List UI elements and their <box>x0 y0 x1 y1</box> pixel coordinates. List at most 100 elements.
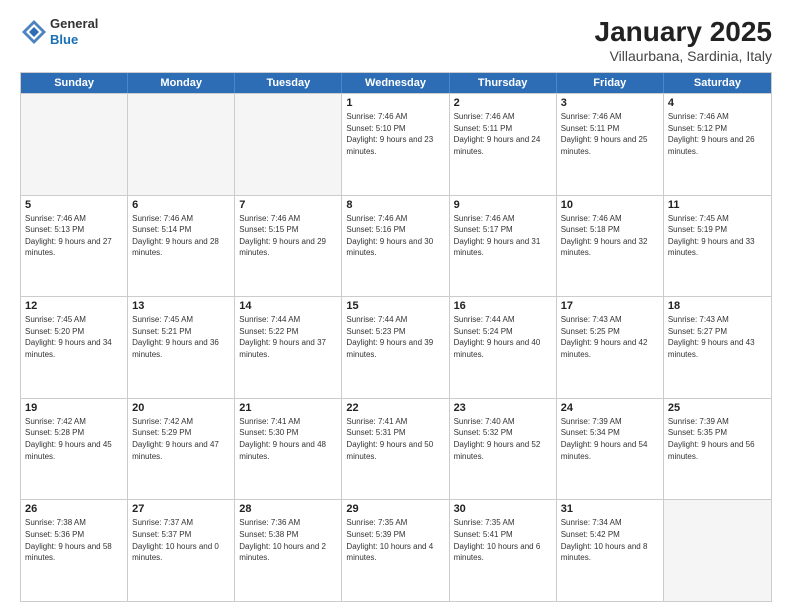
logo-icon <box>20 18 48 46</box>
day-info: Sunrise: 7:45 AMSunset: 5:19 PMDaylight:… <box>668 213 767 259</box>
day-number: 13 <box>132 300 230 312</box>
day-info: Sunrise: 7:41 AMSunset: 5:31 PMDaylight:… <box>346 416 444 462</box>
cal-cell: 9 Sunrise: 7:46 AMSunset: 5:17 PMDaylight… <box>450 196 557 297</box>
day-info: Sunrise: 7:46 AMSunset: 5:12 PMDaylight:… <box>668 111 767 157</box>
day-number: 18 <box>668 300 767 312</box>
cal-cell: 7 Sunrise: 7:46 AMSunset: 5:15 PMDaylight… <box>235 196 342 297</box>
cal-cell <box>21 94 128 195</box>
cal-week-1: 1 Sunrise: 7:46 AMSunset: 5:10 PMDaylight… <box>21 93 771 195</box>
page: General Blue January 2025 Villaurbana, S… <box>0 0 792 612</box>
calendar-subtitle: Villaurbana, Sardinia, Italy <box>595 48 772 64</box>
calendar-title: January 2025 <box>595 16 772 48</box>
cal-cell: 1 Sunrise: 7:46 AMSunset: 5:10 PMDaylight… <box>342 94 449 195</box>
cal-header-friday: Friday <box>557 73 664 93</box>
day-info: Sunrise: 7:46 AMSunset: 5:17 PMDaylight:… <box>454 213 552 259</box>
cal-header-saturday: Saturday <box>664 73 771 93</box>
day-number: 26 <box>25 503 123 515</box>
day-info: Sunrise: 7:44 AMSunset: 5:22 PMDaylight:… <box>239 314 337 360</box>
day-number: 17 <box>561 300 659 312</box>
day-info: Sunrise: 7:35 AMSunset: 5:41 PMDaylight:… <box>454 517 552 563</box>
calendar-header-row: SundayMondayTuesdayWednesdayThursdayFrid… <box>21 73 771 93</box>
day-info: Sunrise: 7:44 AMSunset: 5:24 PMDaylight:… <box>454 314 552 360</box>
cal-cell: 22 Sunrise: 7:41 AMSunset: 5:31 PMDayligh… <box>342 399 449 500</box>
cal-cell: 15Sunrise: 7:44 AMSunset: 5:23 PMDayligh… <box>342 297 449 398</box>
cal-week-3: 12 Sunrise: 7:45 AMSunset: 5:20 PMDayligh… <box>21 296 771 398</box>
cal-cell: 27Sunrise: 7:37 AMSunset: 5:37 PMDayligh… <box>128 500 235 601</box>
cal-cell: 26 Sunrise: 7:38 AMSunset: 5:36 PMDayligh… <box>21 500 128 601</box>
day-info: Sunrise: 7:43 AMSunset: 5:25 PMDaylight:… <box>561 314 659 360</box>
day-info: Sunrise: 7:39 AMSunset: 5:34 PMDaylight:… <box>561 416 659 462</box>
day-number: 21 <box>239 402 337 414</box>
cal-cell: 11 Sunrise: 7:45 AMSunset: 5:19 PMDayligh… <box>664 196 771 297</box>
day-info: Sunrise: 7:45 AMSunset: 5:20 PMDaylight:… <box>25 314 123 360</box>
cal-cell: 23 Sunrise: 7:40 AMSunset: 5:32 PMDayligh… <box>450 399 557 500</box>
day-info: Sunrise: 7:46 AMSunset: 5:13 PMDaylight:… <box>25 213 123 259</box>
header: General Blue January 2025 Villaurbana, S… <box>20 16 772 64</box>
cal-cell: 20Sunrise: 7:42 AMSunset: 5:29 PMDayligh… <box>128 399 235 500</box>
day-number: 22 <box>346 402 444 414</box>
cal-cell: 8Sunrise: 7:46 AMSunset: 5:16 PMDaylight… <box>342 196 449 297</box>
logo-general: General <box>50 16 98 32</box>
cal-cell: 31 Sunrise: 7:34 AMSunset: 5:42 PMDayligh… <box>557 500 664 601</box>
day-info: Sunrise: 7:44 AMSunset: 5:23 PMDaylight:… <box>346 314 444 360</box>
day-number: 25 <box>668 402 767 414</box>
cal-cell: 18 Sunrise: 7:43 AMSunset: 5:27 PMDayligh… <box>664 297 771 398</box>
day-info: Sunrise: 7:41 AMSunset: 5:30 PMDaylight:… <box>239 416 337 462</box>
day-info: Sunrise: 7:45 AMSunset: 5:21 PMDaylight:… <box>132 314 230 360</box>
cal-week-2: 5 Sunrise: 7:46 AMSunset: 5:13 PMDaylight… <box>21 195 771 297</box>
cal-cell: 30 Sunrise: 7:35 AMSunset: 5:41 PMDayligh… <box>450 500 557 601</box>
day-number: 2 <box>454 97 552 109</box>
day-number: 23 <box>454 402 552 414</box>
day-info: Sunrise: 7:42 AMSunset: 5:28 PMDaylight:… <box>25 416 123 462</box>
day-number: 29 <box>346 503 444 515</box>
cal-cell: 19Sunrise: 7:42 AMSunset: 5:28 PMDayligh… <box>21 399 128 500</box>
cal-cell: 2 Sunrise: 7:46 AMSunset: 5:11 PMDaylight… <box>450 94 557 195</box>
cal-header-wednesday: Wednesday <box>342 73 449 93</box>
day-number: 11 <box>668 199 767 211</box>
day-number: 12 <box>25 300 123 312</box>
day-number: 1 <box>346 97 444 109</box>
day-info: Sunrise: 7:43 AMSunset: 5:27 PMDaylight:… <box>668 314 767 360</box>
day-number: 9 <box>454 199 552 211</box>
day-number: 27 <box>132 503 230 515</box>
cal-cell: 13 Sunrise: 7:45 AMSunset: 5:21 PMDayligh… <box>128 297 235 398</box>
cal-cell: 28Sunrise: 7:36 AMSunset: 5:38 PMDayligh… <box>235 500 342 601</box>
cal-cell: 4 Sunrise: 7:46 AMSunset: 5:12 PMDaylight… <box>664 94 771 195</box>
day-number: 5 <box>25 199 123 211</box>
day-info: Sunrise: 7:40 AMSunset: 5:32 PMDaylight:… <box>454 416 552 462</box>
day-info: Sunrise: 7:46 AMSunset: 5:16 PMDaylight:… <box>346 213 444 259</box>
cal-week-5: 26 Sunrise: 7:38 AMSunset: 5:36 PMDayligh… <box>21 499 771 601</box>
day-info: Sunrise: 7:38 AMSunset: 5:36 PMDaylight:… <box>25 517 123 563</box>
day-number: 4 <box>668 97 767 109</box>
cal-cell: 3 Sunrise: 7:46 AMSunset: 5:11 PMDaylight… <box>557 94 664 195</box>
calendar-body: 1 Sunrise: 7:46 AMSunset: 5:10 PMDaylight… <box>21 93 771 601</box>
day-number: 7 <box>239 199 337 211</box>
cal-cell: 5 Sunrise: 7:46 AMSunset: 5:13 PMDaylight… <box>21 196 128 297</box>
day-info: Sunrise: 7:46 AMSunset: 5:10 PMDaylight:… <box>346 111 444 157</box>
cal-header-thursday: Thursday <box>450 73 557 93</box>
cal-cell: 21 Sunrise: 7:41 AMSunset: 5:30 PMDayligh… <box>235 399 342 500</box>
logo-blue: Blue <box>50 32 98 48</box>
cal-cell: 10Sunrise: 7:46 AMSunset: 5:18 PMDayligh… <box>557 196 664 297</box>
day-number: 28 <box>239 503 337 515</box>
day-info: Sunrise: 7:34 AMSunset: 5:42 PMDaylight:… <box>561 517 659 563</box>
cal-cell: 17 Sunrise: 7:43 AMSunset: 5:25 PMDayligh… <box>557 297 664 398</box>
day-number: 16 <box>454 300 552 312</box>
cal-header-tuesday: Tuesday <box>235 73 342 93</box>
day-info: Sunrise: 7:46 AMSunset: 5:11 PMDaylight:… <box>454 111 552 157</box>
cal-cell: 25 Sunrise: 7:39 AMSunset: 5:35 PMDayligh… <box>664 399 771 500</box>
day-number: 3 <box>561 97 659 109</box>
cal-cell: 24Sunrise: 7:39 AMSunset: 5:34 PMDayligh… <box>557 399 664 500</box>
logo: General Blue <box>20 16 98 47</box>
day-number: 10 <box>561 199 659 211</box>
cal-cell <box>128 94 235 195</box>
day-info: Sunrise: 7:39 AMSunset: 5:35 PMDaylight:… <box>668 416 767 462</box>
cal-week-4: 19Sunrise: 7:42 AMSunset: 5:28 PMDayligh… <box>21 398 771 500</box>
day-number: 31 <box>561 503 659 515</box>
day-info: Sunrise: 7:46 AMSunset: 5:14 PMDaylight:… <box>132 213 230 259</box>
day-info: Sunrise: 7:46 AMSunset: 5:11 PMDaylight:… <box>561 111 659 157</box>
day-number: 20 <box>132 402 230 414</box>
day-number: 30 <box>454 503 552 515</box>
calendar: SundayMondayTuesdayWednesdayThursdayFrid… <box>20 72 772 602</box>
day-info: Sunrise: 7:46 AMSunset: 5:15 PMDaylight:… <box>239 213 337 259</box>
